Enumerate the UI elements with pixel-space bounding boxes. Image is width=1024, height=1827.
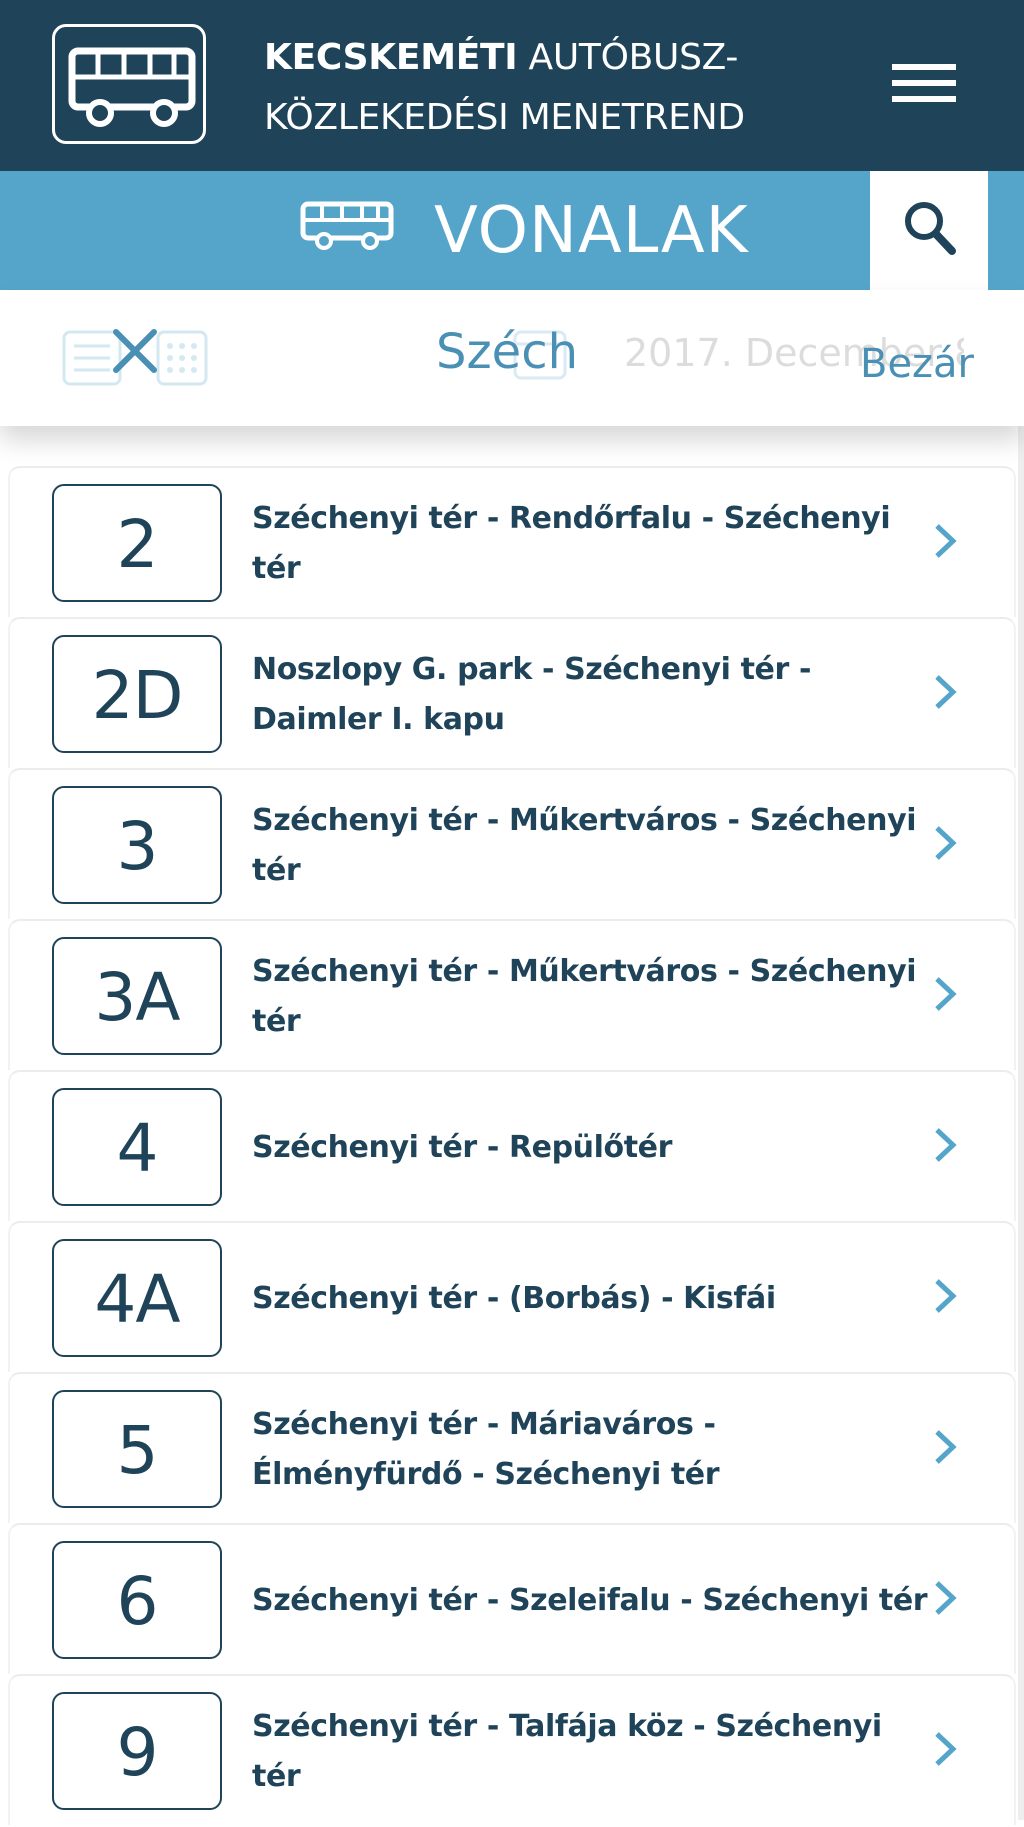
route-number-badge: 3: [52, 786, 222, 904]
list-item-route[interactable]: 9 Széchenyi tér - Talfája köz - Szécheny…: [8, 1674, 1016, 1825]
route-number-badge: 5: [52, 1390, 222, 1508]
section-bar: VONALAK: [0, 171, 1024, 290]
route-number-badge: 2: [52, 484, 222, 602]
hamburger-menu-icon[interactable]: [886, 60, 962, 112]
chevron-right-icon: [935, 1430, 957, 1464]
chevron-right-icon: [935, 977, 957, 1011]
grid-view-icon: [156, 330, 208, 386]
route-name: Széchenyi tér - Repülőtér: [252, 1129, 673, 1165]
chevron-right-icon: [935, 1732, 957, 1766]
route-name: Széchenyi tér - (Borbás) - Kisfái: [252, 1280, 776, 1316]
list-item-route[interactable]: 4 Széchenyi tér - Repülőtér: [8, 1070, 1016, 1221]
menu-bar: [892, 64, 956, 70]
list-item-route[interactable]: 5 Széchenyi tér - Máriaváros - Élményfür…: [8, 1372, 1016, 1523]
search-row: 2017. December 8. Bezár: [0, 290, 1024, 426]
route-name: Széchenyi tér - Rendőrfalu - Széchenyi t…: [252, 500, 891, 586]
route-name: Széchenyi tér - Szeleifalu - Széchenyi t…: [252, 1582, 928, 1618]
route-name: Noszlopy G. park - Széchenyi tér - Daiml…: [252, 651, 811, 737]
list-item-route[interactable]: 2 Széchenyi tér - Rendőrfalu - Széchenyi…: [8, 466, 1016, 617]
bus-icon: [68, 47, 196, 127]
list-item-route[interactable]: 3 Széchenyi tér - Műkertváros - Szécheny…: [8, 768, 1016, 919]
chevron-right-icon: [935, 1279, 957, 1313]
route-number-badge: 4A: [52, 1239, 222, 1357]
route-number-badge: 6: [52, 1541, 222, 1659]
menu-bar: [892, 96, 956, 102]
app-title-bold: KECSKEMÉTI: [264, 37, 518, 78]
route-name: Széchenyi tér - Műkertváros - Széchenyi …: [252, 953, 917, 1039]
bus-icon: [300, 201, 394, 255]
route-number-badge: 2D: [52, 635, 222, 753]
chevron-right-icon: [935, 675, 957, 709]
list-item-route[interactable]: 2D Noszlopy G. park - Széchenyi tér - Da…: [8, 617, 1016, 768]
app-header: KECSKEMÉTI AUTÓBUSZ- KÖZLEKEDÉSI MENETRE…: [0, 0, 1024, 171]
close-search-button[interactable]: Bezár: [860, 338, 974, 390]
close-icon[interactable]: [110, 326, 160, 376]
logo[interactable]: [52, 24, 206, 144]
chevron-right-icon: [935, 1128, 957, 1162]
route-name: Széchenyi tér - Máriaváros - Élményfürdő…: [252, 1406, 720, 1492]
page-title: VONALAK: [434, 194, 749, 268]
app-title: KECSKEMÉTI AUTÓBUSZ- KÖZLEKEDÉSI MENETRE…: [264, 28, 804, 148]
route-name: Széchenyi tér - Talfája köz - Széchenyi …: [252, 1708, 882, 1794]
route-number-badge: 4: [52, 1088, 222, 1206]
app-title-rest: AUTÓBUSZ-: [517, 37, 739, 78]
chevron-right-icon: [935, 1581, 957, 1615]
route-number-badge: 3A: [52, 937, 222, 1055]
chevron-right-icon: [935, 524, 957, 558]
app-title-line2: KÖZLEKEDÉSI MENETREND: [264, 97, 745, 138]
route-number-badge: 9: [52, 1692, 222, 1810]
chevron-right-icon: [935, 826, 957, 860]
route-list: 2 Széchenyi tér - Rendőrfalu - Széchenyi…: [8, 466, 1016, 1825]
search-input[interactable]: [436, 320, 606, 384]
search-icon: [905, 202, 956, 255]
route-name: Széchenyi tér - Műkertváros - Széchenyi …: [252, 802, 917, 888]
list-item-route[interactable]: 3A Széchenyi tér - Műkertváros - Széchen…: [8, 919, 1016, 1070]
list-item-route[interactable]: 6 Széchenyi tér - Szeleifalu - Széchenyi…: [8, 1523, 1016, 1674]
scrollbar-track[interactable]: [1018, 290, 1024, 1820]
menu-bar: [892, 80, 956, 86]
search-button[interactable]: [870, 171, 988, 290]
list-item-route[interactable]: 4A Széchenyi tér - (Borbás) - Kisfái: [8, 1221, 1016, 1372]
